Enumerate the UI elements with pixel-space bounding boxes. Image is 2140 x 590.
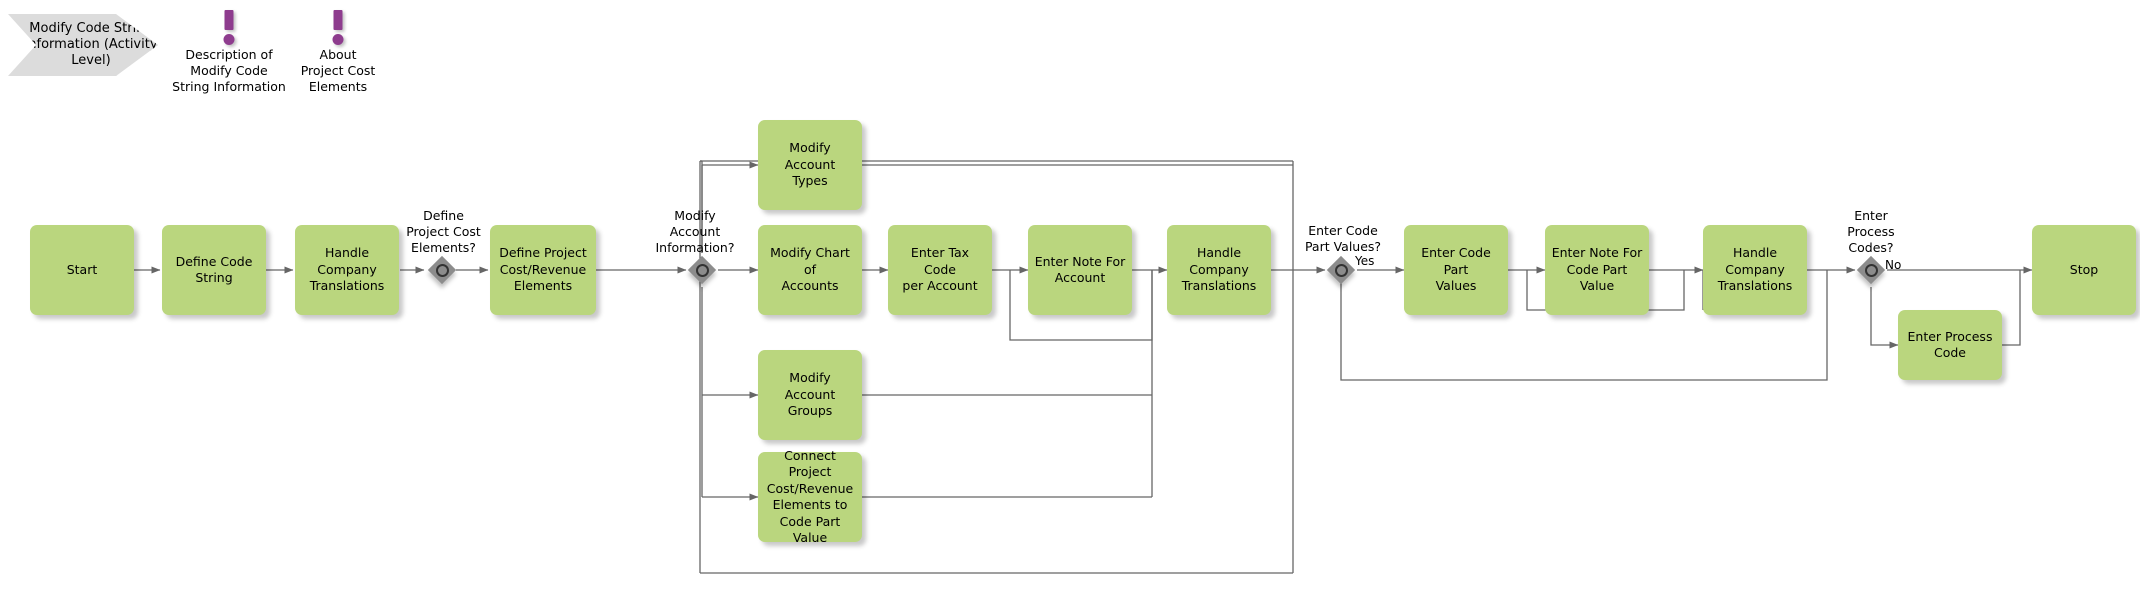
task-stop[interactable]: Stop [2032,225,2136,315]
task-define-project-cost-revenue-elements[interactable]: Define Project Cost/Revenue Elements [490,225,596,315]
task-enter-tax-code-per-account[interactable]: Enter Tax Code per Account [888,225,992,315]
task-enter-process-code[interactable]: Enter Process Code [1898,310,2002,380]
gateway-label-define-project-cost-elements: Define Project Cost Elements? [406,208,481,255]
note-about-project-cost-elements: About Project Cost Elements [292,10,384,95]
task-handle-company-translations-2[interactable]: Handle Company Translations [1167,225,1271,315]
gateway-enter-process-codes[interactable] [1856,255,1886,285]
task-enter-note-for-account[interactable]: Enter Note For Account [1028,225,1132,315]
gateway-label-enter-code-part-values: Enter Code Part Values? [1304,223,1382,254]
gateway-enter-code-part-values[interactable] [1326,255,1356,285]
task-enter-code-part-values[interactable]: Enter Code Part Values [1404,225,1508,315]
task-enter-note-for-code-part-value[interactable]: Enter Note For Code Part Value [1545,225,1649,315]
gateway-label-modify-account-information: Modify Account Information? [655,208,735,255]
task-connect-project-cost-revenue-elements-to-code-part-value[interactable]: Connect Project Cost/Revenue Elements to… [758,448,862,545]
exclamation-icon [292,10,384,45]
gateway-label-enter-process-codes: Enter Process Codes? [1847,208,1895,255]
task-start[interactable]: Start [30,225,134,315]
note-label: About Project Cost Elements [300,47,376,94]
activity-title-text: Modify Code String Information (Activity… [24,20,158,69]
gateway-modify-account-information[interactable] [687,255,717,285]
note-description-of-modify-code-string-information: Description of Modify Code String Inform… [170,10,288,95]
task-modify-account-types[interactable]: Modify Account Types [758,120,862,210]
edge-label-no: No [1885,258,1902,272]
gateway-define-project-cost-elements[interactable] [427,255,457,285]
activity-title-chevron: Modify Code String Information (Activity… [8,14,158,76]
note-label: Description of Modify Code String Inform… [172,47,286,94]
task-define-code-string[interactable]: Define Code String [162,225,266,315]
edge-label-yes: Yes [1355,254,1375,268]
task-handle-company-translations-1[interactable]: Handle Company Translations [295,225,399,315]
task-modify-account-groups[interactable]: Modify Account Groups [758,350,862,440]
task-handle-company-translations-3[interactable]: Handle Company Translations [1703,225,1807,315]
exclamation-icon [170,10,288,45]
diagram-canvas: Modify Code String Information (Activity… [0,0,2140,590]
